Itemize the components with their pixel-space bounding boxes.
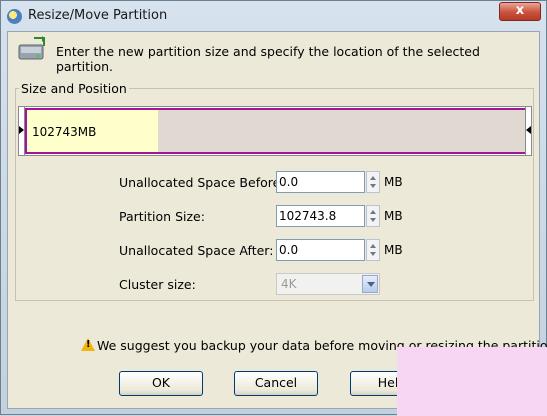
dialog-title: Resize/Move Partition xyxy=(28,8,168,23)
cancel-button[interactable]: Cancel xyxy=(234,371,318,396)
unit-label: MB xyxy=(384,175,403,189)
cluster-size-select[interactable]: 4K xyxy=(276,273,380,295)
chevron-down-icon[interactable] xyxy=(362,275,378,293)
spin-up-icon[interactable] xyxy=(370,244,376,248)
spin-down-icon[interactable] xyxy=(370,252,376,256)
unallocated-before-input[interactable] xyxy=(276,171,365,193)
spin-up-icon[interactable] xyxy=(370,210,376,214)
spin-down-icon[interactable] xyxy=(370,184,376,188)
left-arrow-icon xyxy=(19,126,24,134)
unallocated-after-input[interactable] xyxy=(276,239,365,261)
unit-label: MB xyxy=(384,209,403,223)
disk-resize-icon xyxy=(16,36,46,64)
partition-size-spinner[interactable] xyxy=(366,205,380,227)
overlay-block xyxy=(397,347,547,416)
app-icon xyxy=(7,9,22,24)
size-position-group: Size and Position 102743MB Unallocated S… xyxy=(15,81,534,301)
right-resize-handle[interactable] xyxy=(525,107,531,155)
spin-up-icon[interactable] xyxy=(370,176,376,180)
resize-move-dialog: Resize/Move Partition x Enter the new pa… xyxy=(0,0,547,416)
unallocated-after-label: Unallocated Space After: xyxy=(119,243,274,258)
warning-icon xyxy=(81,338,95,351)
cluster-size-value: 4K xyxy=(281,277,297,291)
spin-down-icon[interactable] xyxy=(370,218,376,222)
partition-size-label: Partition Size: xyxy=(119,209,205,224)
right-arrow-icon xyxy=(526,126,531,134)
close-button[interactable]: x xyxy=(499,2,541,21)
title-bar[interactable]: Resize/Move Partition x xyxy=(1,1,546,31)
group-title: Size and Position xyxy=(19,81,129,96)
partition-size-input[interactable] xyxy=(276,205,365,227)
ok-button[interactable]: OK xyxy=(119,371,203,396)
partition-size-label: 102743MB xyxy=(32,125,97,139)
instruction-text: Enter the new partition size and specify… xyxy=(56,44,480,74)
unit-label: MB xyxy=(384,243,403,257)
partition-map[interactable]: 102743MB xyxy=(18,106,532,156)
unallocated-after-spinner[interactable] xyxy=(366,239,380,261)
partition-block[interactable]: 102743MB xyxy=(25,108,531,154)
unallocated-before-spinner[interactable] xyxy=(366,171,380,193)
cluster-size-label: Cluster size: xyxy=(119,277,196,292)
unallocated-before-label: Unallocated Space Before: xyxy=(119,175,285,190)
